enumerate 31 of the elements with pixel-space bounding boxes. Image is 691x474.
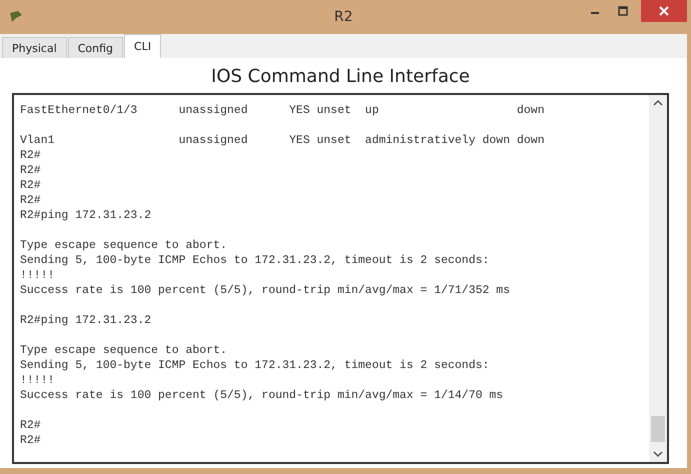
terminal-line: Sending 5, 100-byte ICMP Echos to 172.31.23.2, timeout is 2 seconds:: [20, 254, 490, 267]
scroll-thumb[interactable]: [651, 416, 665, 442]
terminal-line: Type escape sequence to abort.: [20, 239, 228, 252]
terminal-line: !!!!!: [20, 374, 55, 387]
scrollbar[interactable]: [649, 95, 667, 462]
maximize-icon: [618, 6, 628, 16]
terminal-line: Success rate is 100 percent (5/5), round-trip min/avg/max = 1/71/352 ms: [20, 284, 510, 297]
terminal-line: R2#: [20, 179, 41, 192]
tab[interactable]: CLI: [124, 34, 162, 58]
terminal-line: R2#: [20, 434, 41, 447]
window-title: R2: [333, 9, 354, 25]
terminal-line: R2#: [20, 164, 41, 177]
terminal-line: FastEthernet0/1/3 unassigned YES unset up down: [20, 104, 544, 117]
close-icon: [659, 6, 669, 16]
terminal-line: R2#ping 172.31.23.2: [20, 209, 152, 222]
device-icon: [8, 10, 24, 24]
terminal-line: R2#ping 172.31.23.2: [20, 314, 152, 327]
scroll-up-icon[interactable]: [653, 99, 663, 107]
scroll-down-icon[interactable]: [653, 450, 663, 458]
panel-heading: IOS Command Line Interface: [210, 65, 471, 89]
terminal-line: R2#: [20, 194, 41, 207]
tab[interactable]: Config: [68, 37, 124, 58]
terminal-line: !!!!!: [20, 269, 55, 282]
terminal-line: Sending 5, 100-byte ICMP Echos to 172.31.23.2, timeout is 2 seconds:: [20, 359, 490, 372]
terminal-line: R2#: [20, 419, 41, 432]
tab[interactable]: Physical: [2, 37, 67, 58]
terminal-line: R2#: [20, 149, 41, 162]
close-button[interactable]: [641, 0, 687, 22]
terminal-line: Vlan1 unassigned YES unset administratively down down: [20, 134, 544, 147]
terminal-line: Success rate is 100 percent (5/5), round-trip min/avg/max = 1/14/70 ms: [20, 389, 504, 402]
terminal-line: Type escape sequence to abort.: [20, 344, 228, 357]
